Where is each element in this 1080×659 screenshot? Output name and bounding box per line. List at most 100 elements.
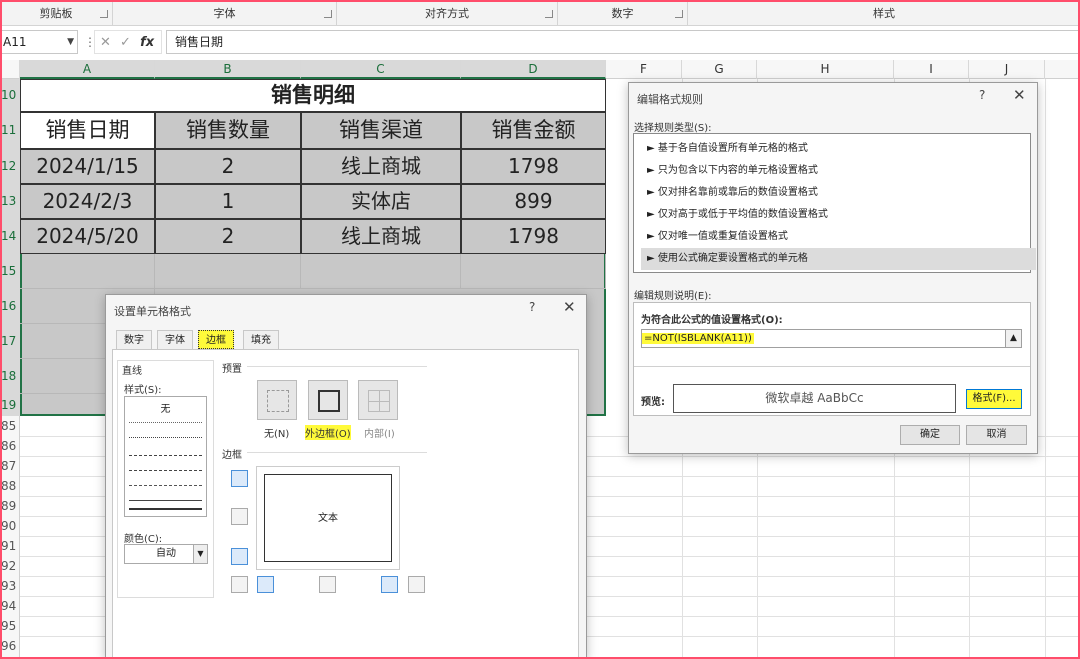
help-icon[interactable]: ? xyxy=(979,88,985,102)
row-header[interactable]: 96 xyxy=(0,636,20,656)
row-header[interactable]: 15 xyxy=(0,254,20,289)
table-cell[interactable]: 1798 xyxy=(461,219,606,254)
header-cell[interactable]: 销售日期 xyxy=(20,112,155,149)
dialog-launcher-icon[interactable] xyxy=(545,10,553,18)
dialog-launcher-icon[interactable] xyxy=(100,10,108,18)
row-header[interactable]: 89 xyxy=(0,496,20,516)
line-style-option[interactable] xyxy=(129,437,202,438)
cancel-icon[interactable]: ✕ xyxy=(100,35,111,50)
tab-number[interactable]: 数字 xyxy=(116,330,152,349)
row-header[interactable]: 91 xyxy=(0,536,20,556)
chevron-down-icon[interactable]: ▼ xyxy=(193,545,207,563)
rule-type-item[interactable]: ► 仅对唯一值或重复值设置格式 xyxy=(641,226,1036,248)
row-header[interactable]: 87 xyxy=(0,456,20,476)
rule-type-item[interactable]: ► 仅对排名靠前或靠后的数值设置格式 xyxy=(641,182,1036,204)
column-header[interactable]: G xyxy=(682,60,757,79)
dialog-launcher-icon[interactable] xyxy=(675,10,683,18)
column-header[interactable]: I xyxy=(894,60,969,79)
preset-none-button[interactable] xyxy=(257,380,297,420)
border-left-button[interactable] xyxy=(257,576,274,593)
format-button[interactable]: 格式(F)... xyxy=(966,389,1022,409)
border-middle-horizontal-button[interactable] xyxy=(231,508,248,525)
row-header[interactable]: 18 xyxy=(0,359,20,394)
table-cell[interactable]: 1 xyxy=(155,184,301,219)
line-style-option[interactable] xyxy=(129,500,202,501)
table-cell[interactable]: 实体店 xyxy=(301,184,461,219)
table-cell[interactable]: 2024/1/15 xyxy=(20,149,155,184)
row-header[interactable]: 85 xyxy=(0,416,20,436)
border-top-button[interactable] xyxy=(231,470,248,487)
help-icon[interactable]: ? xyxy=(529,300,535,314)
column-header[interactable]: A xyxy=(20,60,155,79)
border-right-button[interactable] xyxy=(381,576,398,593)
chevron-down-icon[interactable]: ▼ xyxy=(67,31,74,53)
border-diagonal-down-button[interactable] xyxy=(408,576,425,593)
column-header[interactable]: H xyxy=(757,60,894,79)
line-style-option[interactable] xyxy=(129,508,202,510)
close-icon[interactable]: ✕ xyxy=(1013,86,1026,104)
table-title-cell[interactable]: 销售明细 xyxy=(20,79,606,112)
line-style-option[interactable] xyxy=(129,485,202,486)
row-header[interactable]: 94 xyxy=(0,596,20,616)
table-cell[interactable]: 线上商城 xyxy=(301,219,461,254)
formula-input[interactable]: 销售日期 xyxy=(166,30,1080,54)
column-header[interactable]: F xyxy=(606,60,682,79)
border-bottom-button[interactable] xyxy=(231,548,248,565)
row-header[interactable]: 12 xyxy=(0,149,20,184)
collapse-range-icon[interactable]: ▲ xyxy=(1005,330,1021,347)
column-header[interactable]: J xyxy=(969,60,1045,79)
row-header[interactable]: 14 xyxy=(0,219,20,254)
header-cell[interactable]: 销售渠道 xyxy=(301,112,461,149)
name-box[interactable]: A11 ▼ xyxy=(0,30,78,54)
table-cell[interactable]: 1798 xyxy=(461,149,606,184)
row-header[interactable]: 90 xyxy=(0,516,20,536)
empty-cell[interactable] xyxy=(155,254,301,289)
column-header[interactable]: C xyxy=(301,60,461,79)
line-style-list[interactable]: 无 xyxy=(124,396,207,517)
table-cell[interactable]: 2 xyxy=(155,149,301,184)
formula-field[interactable]: =NOT(ISBLANK(A11)) ▲ xyxy=(641,329,1022,348)
tab-border[interactable]: 边框 xyxy=(198,330,234,349)
line-style-option[interactable] xyxy=(129,455,202,456)
row-header[interactable]: 11 xyxy=(0,112,20,149)
line-style-none[interactable]: 无 xyxy=(125,400,206,415)
column-header[interactable]: B xyxy=(155,60,301,79)
preset-inside-button[interactable] xyxy=(358,380,398,420)
fx-icon[interactable]: fx xyxy=(140,35,154,50)
row-header[interactable]: 88 xyxy=(0,476,20,496)
row-header[interactable]: 17 xyxy=(0,324,20,359)
row-header[interactable]: 16 xyxy=(0,289,20,324)
line-style-option[interactable] xyxy=(129,470,202,471)
rule-type-item-selected[interactable]: ► 使用公式确定要设置格式的单元格 xyxy=(641,248,1036,270)
empty-cell[interactable] xyxy=(301,254,461,289)
header-cell[interactable]: 销售数量 xyxy=(155,112,301,149)
preset-outline-button[interactable] xyxy=(308,380,348,420)
rule-type-item[interactable]: ► 仅对高于或低于平均值的数值设置格式 xyxy=(641,204,1036,226)
select-all-corner[interactable] xyxy=(0,60,20,79)
rule-type-item[interactable]: ► 只为包含以下内容的单元格设置格式 xyxy=(641,160,1036,182)
dialog-launcher-icon[interactable] xyxy=(324,10,332,18)
ok-button[interactable]: 确定 xyxy=(900,425,960,445)
row-header[interactable]: 92 xyxy=(0,556,20,576)
header-cell[interactable]: 销售金额 xyxy=(461,112,606,149)
table-cell[interactable]: 2 xyxy=(155,219,301,254)
table-cell[interactable]: 线上商城 xyxy=(301,149,461,184)
color-select[interactable]: 自动 ▼ xyxy=(124,544,208,564)
tab-fill[interactable]: 填充 xyxy=(243,330,279,349)
empty-cell[interactable] xyxy=(20,254,155,289)
tab-font[interactable]: 字体 xyxy=(157,330,193,349)
row-header[interactable]: 19 xyxy=(0,394,20,416)
row-header[interactable]: 86 xyxy=(0,436,20,456)
row-header[interactable]: 95 xyxy=(0,616,20,636)
row-header[interactable]: 93 xyxy=(0,576,20,596)
check-icon[interactable]: ✓ xyxy=(120,35,131,50)
table-cell[interactable]: 899 xyxy=(461,184,606,219)
table-cell[interactable]: 2024/2/3 xyxy=(20,184,155,219)
row-header[interactable]: 13 xyxy=(0,184,20,219)
border-diagonal-up-button[interactable] xyxy=(231,576,248,593)
cancel-button[interactable]: 取消 xyxy=(966,425,1027,445)
empty-cell[interactable] xyxy=(461,254,606,289)
column-header[interactable]: D xyxy=(461,60,606,79)
table-cell[interactable]: 2024/5/20 xyxy=(20,219,155,254)
border-middle-vertical-button[interactable] xyxy=(319,576,336,593)
